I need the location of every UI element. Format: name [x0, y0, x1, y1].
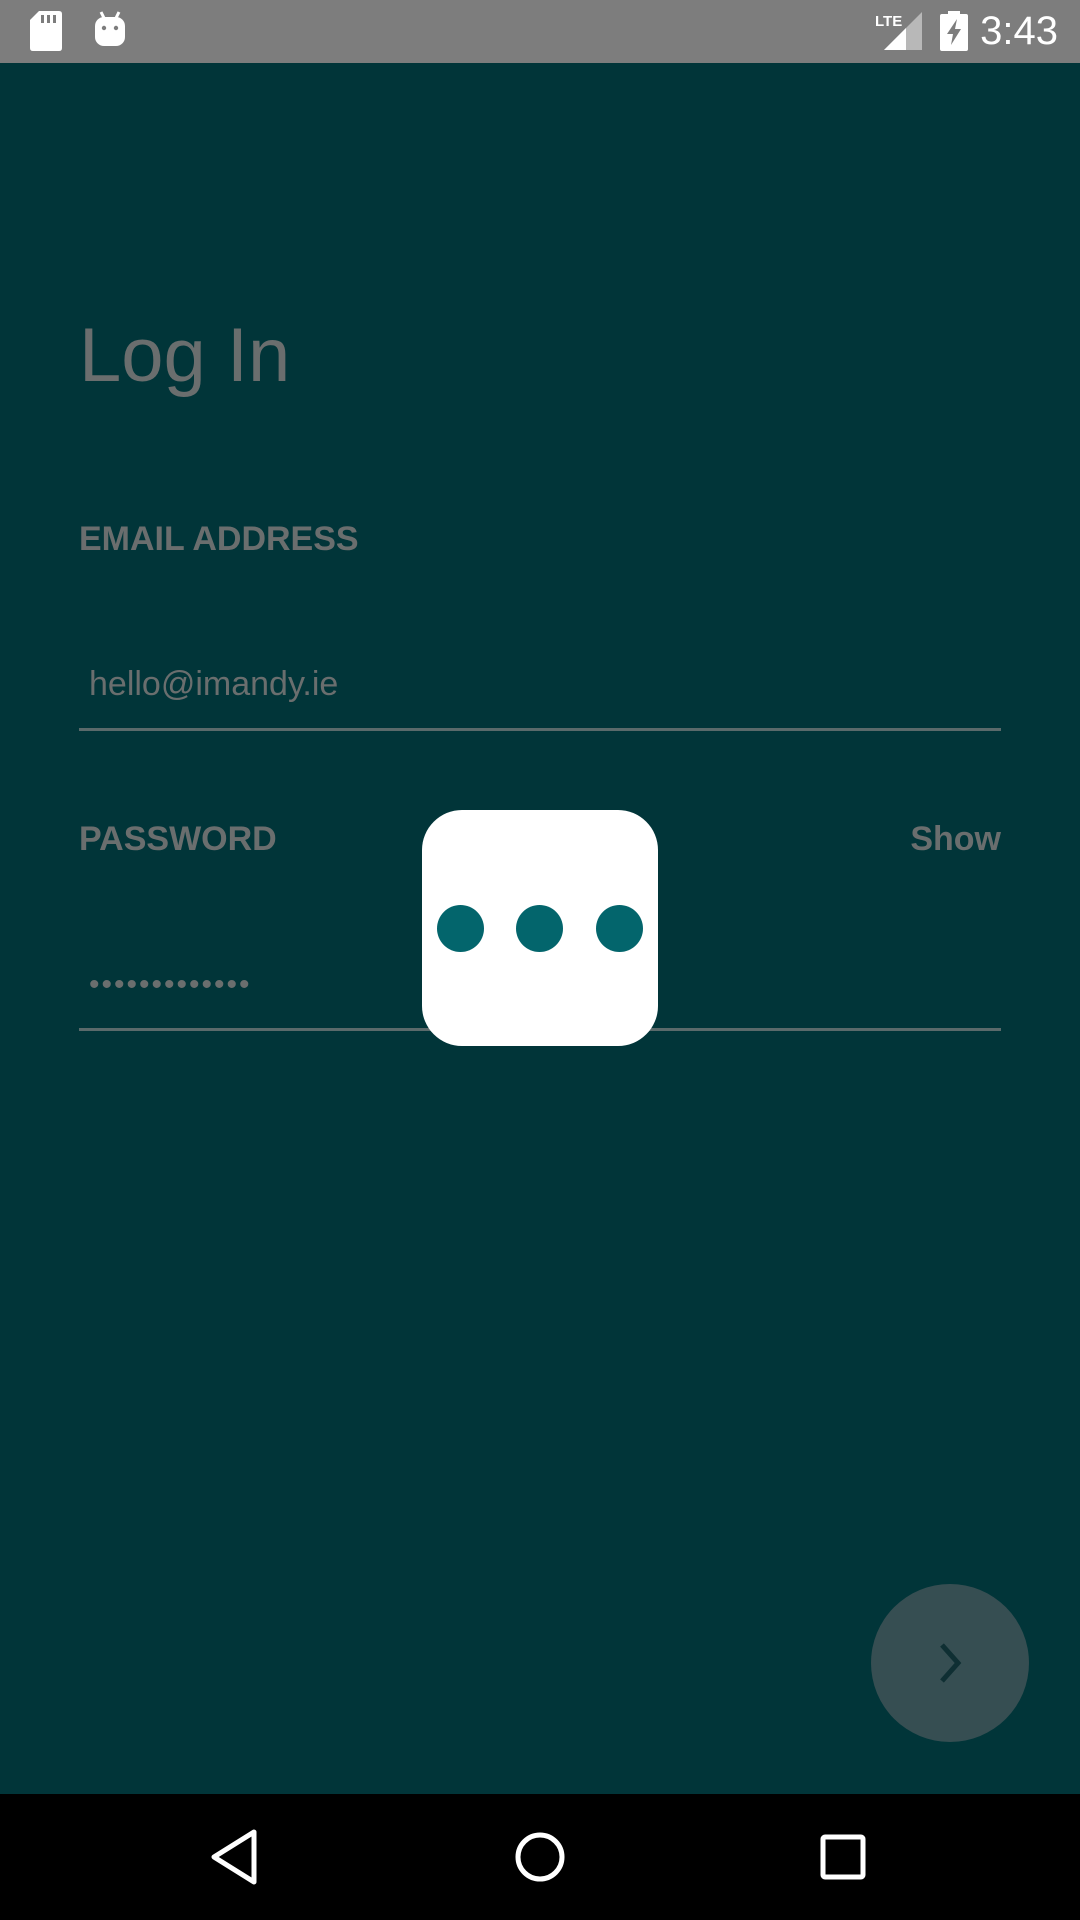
- status-bar: LTE 3:43: [0, 0, 1080, 63]
- recents-icon[interactable]: [808, 1822, 878, 1892]
- loading-dot: [596, 905, 643, 952]
- next-button[interactable]: [871, 1584, 1029, 1742]
- page-title: Log In: [79, 313, 291, 398]
- email-field[interactable]: [79, 641, 1001, 731]
- home-icon[interactable]: [505, 1822, 575, 1892]
- show-password-button[interactable]: Show: [910, 822, 1001, 856]
- loading-dot: [516, 905, 563, 952]
- loading-dot: [437, 905, 484, 952]
- login-screen: Log In EMAIL ADDRESS PASSWORD Show: [0, 63, 1080, 1794]
- status-clock: 3:43: [980, 9, 1058, 53]
- android-icon: [93, 10, 127, 53]
- chevron-right-icon: [940, 1643, 962, 1683]
- back-icon[interactable]: [200, 1822, 270, 1892]
- network-label: LTE: [875, 13, 902, 30]
- lte-signal-icon: LTE: [872, 10, 922, 57]
- navigation-bar: [0, 1794, 1080, 1920]
- loading-dialog: [422, 810, 658, 1046]
- password-label: PASSWORD: [79, 820, 277, 858]
- battery-charging-icon: [940, 11, 968, 56]
- email-label: EMAIL ADDRESS: [79, 520, 359, 558]
- sd-card-icon: [30, 11, 62, 56]
